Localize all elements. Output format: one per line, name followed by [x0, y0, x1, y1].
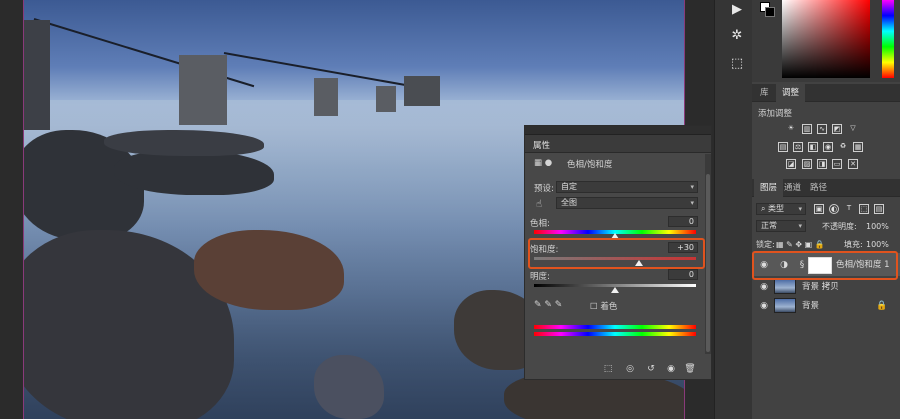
- invert-icon[interactable]: ◪: [786, 159, 796, 169]
- chevron-down-icon: ▾: [690, 183, 694, 191]
- eye-icon[interactable]: ◉: [758, 300, 770, 312]
- preset-label: 预设:: [534, 184, 554, 194]
- input-color-bar: [534, 325, 696, 329]
- lightness-label: 明度:: [530, 272, 550, 282]
- chevron-down-icon: ▾: [798, 205, 802, 213]
- tab-paths[interactable]: 路径: [804, 179, 833, 197]
- exposure-icon[interactable]: ◩: [832, 124, 842, 134]
- pier-column: [376, 86, 396, 112]
- color-balance-icon[interactable]: ⚖: [793, 142, 803, 152]
- chevron-down-icon: ▾: [798, 222, 802, 230]
- channel-mixer-icon[interactable]: ♻: [838, 142, 848, 152]
- play-icon[interactable]: ▶: [727, 0, 747, 20]
- filter-adjust-icon[interactable]: ◐: [829, 204, 839, 214]
- view-previous-icon[interactable]: ◎: [624, 363, 636, 375]
- visibility-icon[interactable]: ◉: [665, 363, 677, 375]
- filter-shape-icon[interactable]: ⬚: [859, 204, 869, 214]
- tab-adjustments[interactable]: 调整: [776, 84, 806, 102]
- gradient-map-icon[interactable]: ▭: [832, 159, 842, 169]
- search-icon: ⌕: [761, 204, 769, 213]
- hand-icon[interactable]: ☝: [536, 199, 542, 210]
- channel-dropdown[interactable]: 全图 ▾: [556, 197, 698, 209]
- panel-dock-icons: ▶ ✲ ⬚: [714, 0, 756, 419]
- filter-pixel-icon[interactable]: ▣: [814, 204, 824, 214]
- library-adjust-tabs: 库 调整: [752, 84, 900, 102]
- lightness-slider-knob[interactable]: [611, 287, 619, 293]
- brightness-icon[interactable]: ☀: [786, 124, 796, 134]
- layer-row-background[interactable]: ◉ 背景 🔒: [752, 295, 900, 317]
- output-color-bar: [534, 332, 696, 336]
- adjustments-panel: 添加调整 ☀ ▥ ∿ ◩ ▽ ▤ ⚖ ◧ ◉ ♻ ▦ ◪ ▨ ◨ ▭ ✕: [752, 102, 900, 172]
- selective-color-icon[interactable]: ✕: [848, 159, 858, 169]
- photoshop-workspace: ▶ ✲ ⬚ 库 调整 添加调整 ☀ ▥ ∿ ◩ ▽ ▤ ⚖ ◧ ◉ ♻ ▦ ◪ …: [0, 0, 900, 419]
- pier-column: [314, 78, 338, 116]
- lock-icon: 🔒: [876, 301, 888, 311]
- hue-slider[interactable]: [882, 0, 894, 78]
- transform-icon[interactable]: ⬚: [727, 54, 747, 74]
- photo-filter-icon[interactable]: ◉: [823, 142, 833, 152]
- chevron-down-icon: ▾: [690, 199, 694, 207]
- background-color-swatch[interactable]: [765, 7, 775, 17]
- filter-smart-icon[interactable]: ▤: [874, 204, 884, 214]
- eye-icon[interactable]: ◉: [758, 281, 770, 293]
- layer-highlight-box: [752, 251, 898, 280]
- black-white-icon[interactable]: ◧: [808, 142, 818, 152]
- eyedropper-icons[interactable]: ✎ ✎ ✎: [534, 300, 562, 310]
- layer-thumbnail: [774, 298, 796, 313]
- colorize-checkbox[interactable]: ☐ 着色: [590, 300, 617, 312]
- threshold-icon[interactable]: ◨: [817, 159, 827, 169]
- layer-name: 背景: [802, 301, 820, 311]
- saturation-highlight-box: [528, 238, 705, 269]
- lightness-input[interactable]: 0: [668, 269, 698, 280]
- tab-library[interactable]: 库: [754, 84, 775, 102]
- color-lookup-icon[interactable]: ▦: [853, 142, 863, 152]
- levels-icon[interactable]: ▥: [802, 124, 812, 134]
- hue-label: 色相:: [530, 219, 550, 229]
- adjustment-name: 色相/饱和度: [567, 160, 613, 170]
- clip-to-layer-icon[interactable]: ⬚: [602, 363, 614, 375]
- tab-channels[interactable]: 通道: [778, 179, 807, 197]
- adjustments-title: 添加调整: [758, 109, 793, 119]
- pier-column: [24, 20, 50, 130]
- properties-title: 属性: [533, 141, 551, 151]
- panel-grip[interactable]: [525, 126, 711, 135]
- layer-thumbnail: [774, 279, 796, 294]
- filter-type-icon[interactable]: T: [844, 204, 854, 214]
- pier-column: [179, 55, 227, 125]
- settings-icon[interactable]: ✲: [727, 26, 747, 46]
- preset-dropdown[interactable]: 自定 ▾: [556, 181, 698, 193]
- hue-input[interactable]: 0: [668, 216, 698, 227]
- posterize-icon[interactable]: ▨: [802, 159, 812, 169]
- vibrance-icon[interactable]: ▽: [848, 124, 858, 134]
- scroll-thumb[interactable]: [706, 174, 710, 352]
- hue-saturation-icon[interactable]: ▤: [778, 142, 788, 152]
- rock: [104, 130, 264, 156]
- delete-icon[interactable]: 🗑: [684, 363, 696, 375]
- blend-mode-dropdown[interactable]: 正常 ▾: [756, 220, 806, 232]
- pier-house: [404, 76, 440, 106]
- adjustment-type-icons: ▦ ●: [534, 158, 553, 168]
- colorize-label: 着色: [600, 302, 618, 312]
- layer-filter-dropdown[interactable]: ⌕ 类型 ▾: [756, 203, 806, 215]
- reset-icon[interactable]: ↺: [645, 363, 657, 375]
- properties-scrollbar[interactable]: [705, 154, 711, 354]
- layers-tabs: 图层 通道 路径: [752, 179, 900, 197]
- color-saturation-field[interactable]: [782, 0, 870, 78]
- properties-header: 属性: [525, 135, 711, 153]
- curves-icon[interactable]: ∿: [817, 124, 827, 134]
